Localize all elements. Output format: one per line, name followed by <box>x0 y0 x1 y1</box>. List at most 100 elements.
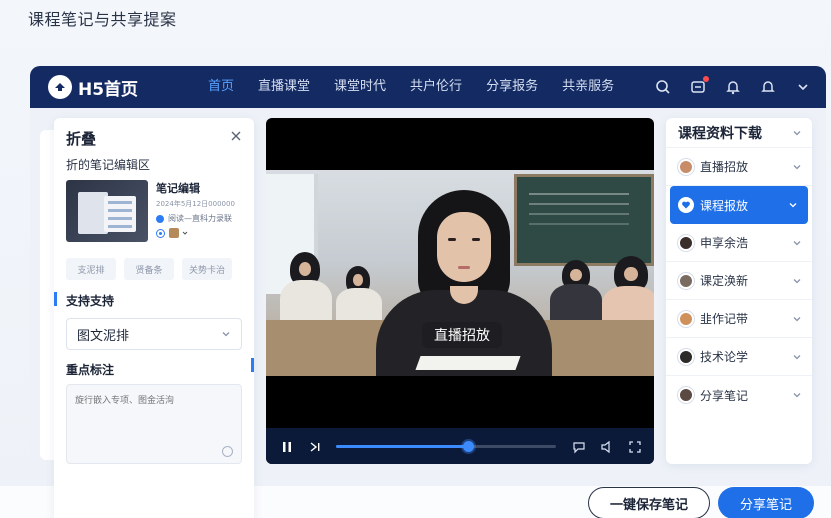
video-player[interactable]: 直播招放 <box>266 118 654 464</box>
materials-item-label: 技术论学 <box>700 350 749 364</box>
nav-item-live[interactable]: 直播课堂 <box>258 66 310 108</box>
avatar <box>169 228 179 238</box>
chevron-down-icon[interactable] <box>794 78 812 96</box>
materials-item-active[interactable]: 课程报放 <box>670 186 808 224</box>
chevron-down-icon <box>793 165 801 170</box>
attach-icon[interactable] <box>222 446 233 457</box>
section-title: 支持支持 <box>66 294 115 308</box>
note-title: 笔记编辑 <box>156 182 200 195</box>
avatar <box>678 348 694 365</box>
next-icon[interactable] <box>308 439 322 453</box>
student-figure <box>550 284 602 324</box>
pause-icon[interactable] <box>280 439 294 453</box>
progress-handle[interactable] <box>463 441 474 452</box>
materials-item[interactable]: 申享余浩 <box>666 224 812 262</box>
video-controls <box>266 428 654 464</box>
section-marker <box>251 358 254 372</box>
chevron-down-icon <box>222 332 230 337</box>
panel-subtitle: 折的笔记编辑区 <box>66 158 151 172</box>
section-marker <box>54 292 57 306</box>
note-editor-panel: 折叠 折的笔记编辑区 笔记编辑 2024年5月12日000000 阅读—直科力录… <box>54 118 254 518</box>
avatar <box>678 234 694 251</box>
nav-menu: 首页 直播课堂 课堂时代 共户伦行 分享报务 共亲服务 <box>208 66 638 108</box>
chevron-down-icon <box>793 279 801 284</box>
presenter-face <box>437 212 491 282</box>
note-status: 阅读—直科力录联 <box>156 213 248 224</box>
note-date: 2024年5月12日000000 <box>156 200 235 208</box>
presenter-eye <box>472 238 480 241</box>
search-icon[interactable] <box>654 78 672 96</box>
speaker-icon[interactable] <box>600 439 614 454</box>
message-icon[interactable] <box>689 76 709 96</box>
nav-actions <box>637 66 812 108</box>
top-navbar: H5首页 首页 直播课堂 课堂时代 共户伦行 分享报务 共亲服务 <box>30 66 826 108</box>
materials-title: 课程资料下载 <box>678 125 762 142</box>
nav-item-era[interactable]: 课堂时代 <box>334 66 386 108</box>
highlight-note-input[interactable] <box>66 384 242 464</box>
fullscreen-icon[interactable] <box>628 439 642 453</box>
student-figure <box>336 288 382 324</box>
comment-icon[interactable] <box>572 439 586 454</box>
layout-select[interactable]: 图文泥排 <box>66 318 242 350</box>
chevron-down-icon <box>182 231 188 235</box>
materials-header[interactable]: 课程资料下载 <box>666 118 812 148</box>
blackboard <box>514 174 654 266</box>
brand-logo-icon <box>48 75 72 99</box>
course-materials-panel: 课程资料下载 直播招放 课程报放 申享余浩 课定涣新 韭作记带 技术论学 分享笔… <box>666 118 812 464</box>
materials-item[interactable]: 直播招放 <box>666 148 812 186</box>
materials-item-label: 韭作记带 <box>700 312 749 326</box>
status-dot-icon <box>156 214 164 223</box>
note-owner[interactable] <box>156 228 248 238</box>
paper <box>415 356 521 370</box>
tag-chips: 支泥排 贤备条 关势卡治 <box>66 258 240 280</box>
materials-item-label: 直播招放 <box>700 160 749 174</box>
materials-item[interactable]: 课定涣新 <box>666 262 812 300</box>
materials-item[interactable]: 分享笔记 <box>666 376 812 414</box>
nav-item-share[interactable]: 分享报务 <box>486 66 538 108</box>
tag-chip[interactable]: 关势卡治 <box>182 258 232 280</box>
nav-item-home[interactable]: 首页 <box>208 66 234 108</box>
radio-icon <box>156 228 165 238</box>
materials-item-label: 课程报放 <box>700 198 749 213</box>
avatar <box>678 387 694 403</box>
progress-fill <box>336 445 468 448</box>
chevron-down-icon <box>793 241 801 246</box>
avatar <box>678 310 694 327</box>
close-icon[interactable] <box>230 130 242 142</box>
chevron-down-icon <box>789 203 797 208</box>
nav-item-service[interactable]: 共亲服务 <box>562 66 614 108</box>
note-thumbnail[interactable] <box>66 180 148 242</box>
section-title: 重点标注 <box>66 363 115 377</box>
note-status-text: 阅读—直科力录联 <box>168 214 232 223</box>
materials-item-label: 申享余浩 <box>700 236 749 250</box>
chevron-down-icon <box>793 355 801 360</box>
brand[interactable]: H5首页 <box>48 75 188 100</box>
save-note-button[interactable]: 一键保存笔记 <box>588 487 710 518</box>
chevron-down-icon <box>793 317 801 322</box>
notification-icon[interactable] <box>759 78 777 96</box>
chevron-down-icon <box>793 131 801 136</box>
presenter-mouth <box>458 266 470 269</box>
tag-chip[interactable]: 贤备条 <box>124 258 174 280</box>
avatar <box>678 272 694 289</box>
nav-item-partner[interactable]: 共户伦行 <box>410 66 462 108</box>
share-note-button[interactable]: 分享笔记 <box>718 487 814 518</box>
select-value: 图文泥排 <box>77 328 130 344</box>
avatar <box>678 158 694 175</box>
heart-icon <box>678 197 694 213</box>
materials-item-label: 课定涣新 <box>700 274 749 288</box>
panel-title: 折叠 <box>66 130 97 148</box>
materials-item[interactable]: 技术论学 <box>666 338 812 376</box>
page-title: 课程笔记与共享提案 <box>28 10 177 29</box>
chevron-down-icon <box>793 393 801 398</box>
video-caption: 直播招放 <box>422 322 502 348</box>
note-info: 笔记编辑 2024年5月12日000000 阅读—直科力录联 <box>156 180 248 238</box>
brand-name: H5首页 <box>78 79 139 100</box>
progress-bar[interactable] <box>336 441 556 452</box>
unread-dot <box>703 76 709 82</box>
materials-item[interactable]: 韭作记带 <box>666 300 812 338</box>
tag-chip[interactable]: 支泥排 <box>66 258 116 280</box>
bell-icon[interactable] <box>724 78 742 96</box>
video-actions <box>558 439 642 454</box>
presenter-eye <box>448 238 456 241</box>
